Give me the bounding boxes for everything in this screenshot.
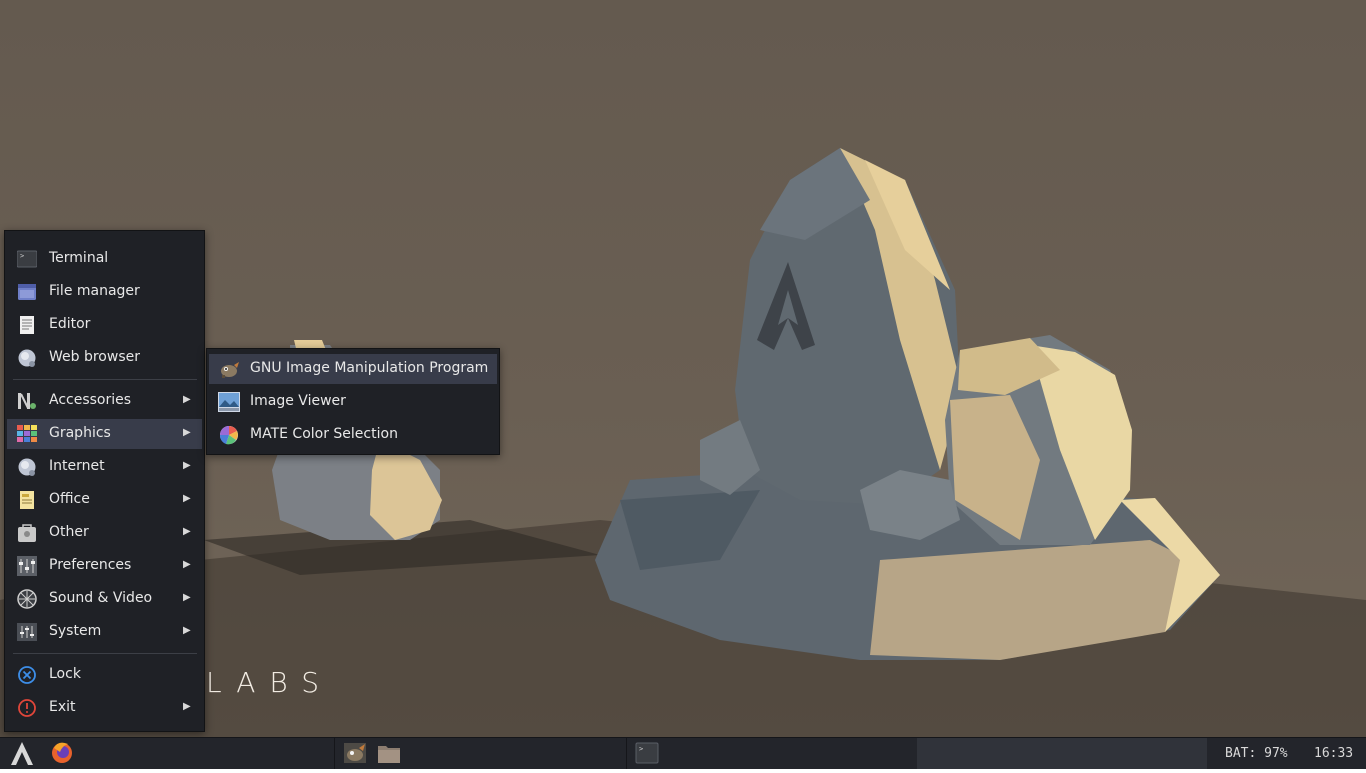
submenu-arrow-icon: ▶: [183, 559, 191, 570]
menu-item-web-browser[interactable]: Web browser: [7, 343, 202, 373]
web-browser-icon: [18, 349, 36, 367]
svg-text:>: >: [639, 745, 643, 753]
menu-category-internet[interactable]: Internet ▶: [7, 452, 202, 482]
menu-item-label: System: [49, 623, 102, 639]
submenu-item-label: Image Viewer: [250, 393, 346, 409]
other-icon: [18, 524, 36, 542]
submenu-item-gimp[interactable]: GNU Image Manipulation Program: [209, 354, 497, 384]
submenu-arrow-icon: ▶: [183, 493, 191, 504]
taskbar-gimp-button[interactable]: [339, 738, 371, 769]
clock[interactable]: 16:33: [1314, 746, 1353, 761]
gimp-icon: [221, 362, 239, 378]
menu-item-label: Internet: [49, 458, 105, 474]
menu-item-label: Other: [49, 524, 89, 540]
menu-category-sound-video[interactable]: Sound & Video ▶: [7, 584, 202, 614]
office-icon: [20, 491, 34, 509]
menu-item-editor[interactable]: Editor: [7, 310, 202, 340]
preferences-icon: [17, 556, 37, 576]
submenu-item-mate-color-selection[interactable]: MATE Color Selection: [209, 420, 497, 450]
menu-item-label: Web browser: [49, 349, 140, 365]
sound-video-icon: [17, 589, 37, 609]
menu-launcher-button[interactable]: [0, 738, 44, 769]
menu-category-preferences[interactable]: Preferences ▶: [7, 551, 202, 581]
svg-text:>: >: [20, 252, 24, 260]
menu-item-label: Graphics: [49, 425, 111, 441]
menu-item-label: Sound & Video: [49, 590, 153, 606]
firefox-launcher-button[interactable]: [44, 738, 80, 769]
menu-category-graphics[interactable]: Graphics ▶: [7, 419, 202, 449]
system-icon: [17, 623, 37, 641]
graphics-icon: [17, 425, 37, 442]
folder-icon: [378, 746, 400, 763]
graphics-submenu: GNU Image Manipulation Program Image Vie…: [206, 348, 500, 455]
menu-category-office[interactable]: Office ▶: [7, 485, 202, 515]
terminal-icon: >: [17, 250, 37, 268]
submenu-arrow-icon: ▶: [183, 460, 191, 471]
submenu-arrow-icon: ▶: [183, 427, 191, 438]
image-viewer-icon: [218, 392, 240, 412]
menu-separator: [13, 379, 197, 380]
archlabs-logo-icon: [11, 742, 33, 765]
menu-item-label: File manager: [49, 283, 140, 299]
submenu-arrow-icon: ▶: [183, 526, 191, 537]
menu-category-other[interactable]: Other ▶: [7, 518, 202, 548]
menu-item-label: Office: [49, 491, 90, 507]
menu-item-label: Terminal: [49, 250, 109, 266]
menu-item-exit[interactable]: Exit ▶: [7, 693, 202, 723]
submenu-arrow-icon: ▶: [183, 701, 191, 712]
menu-category-system[interactable]: System ▶: [7, 617, 202, 647]
internet-icon: [18, 458, 36, 476]
bottom-panel: > BAT: 97% 16:33: [0, 737, 1366, 769]
file-manager-icon: [18, 284, 36, 300]
menu-item-label: Exit: [49, 699, 76, 715]
gimp-icon: [344, 743, 366, 763]
color-selection-icon: [219, 426, 238, 445]
menu-category-accessories[interactable]: Accessories ▶: [7, 386, 202, 416]
lock-icon: [18, 666, 36, 684]
panel-empty-area: [917, 738, 1207, 769]
editor-icon: [20, 316, 34, 334]
submenu-item-label: GNU Image Manipulation Program: [250, 360, 489, 376]
terminal-icon: >: [635, 742, 659, 764]
submenu-arrow-icon: ▶: [183, 394, 191, 405]
taskbar-file-manager-button[interactable]: [373, 738, 405, 769]
taskbar-terminal-button[interactable]: >: [631, 738, 663, 769]
submenu-item-image-viewer[interactable]: Image Viewer: [209, 387, 497, 417]
menu-item-lock[interactable]: Lock: [7, 660, 202, 690]
accessories-icon: [18, 393, 36, 409]
submenu-arrow-icon: ▶: [183, 592, 191, 603]
submenu-arrow-icon: ▶: [183, 625, 191, 636]
taskbar-window-group: [334, 738, 627, 769]
menu-item-label: Accessories: [49, 392, 132, 408]
application-menu: > Terminal File manager Editor Web brows…: [4, 230, 205, 732]
menu-item-file-manager[interactable]: File manager: [7, 277, 202, 307]
battery-status: BAT: 97%: [1225, 746, 1288, 761]
submenu-item-label: MATE Color Selection: [250, 426, 398, 442]
firefox-icon: [52, 742, 72, 763]
menu-item-terminal[interactable]: > Terminal: [7, 244, 202, 274]
menu-item-label: Editor: [49, 316, 91, 332]
taskbar-window-group: >: [626, 738, 918, 769]
menu-item-label: Lock: [49, 666, 81, 682]
wallpaper-labs-text: LABS: [206, 666, 334, 699]
exit-icon: [18, 699, 36, 717]
menu-separator: [13, 653, 197, 654]
menu-item-label: Preferences: [49, 557, 132, 573]
